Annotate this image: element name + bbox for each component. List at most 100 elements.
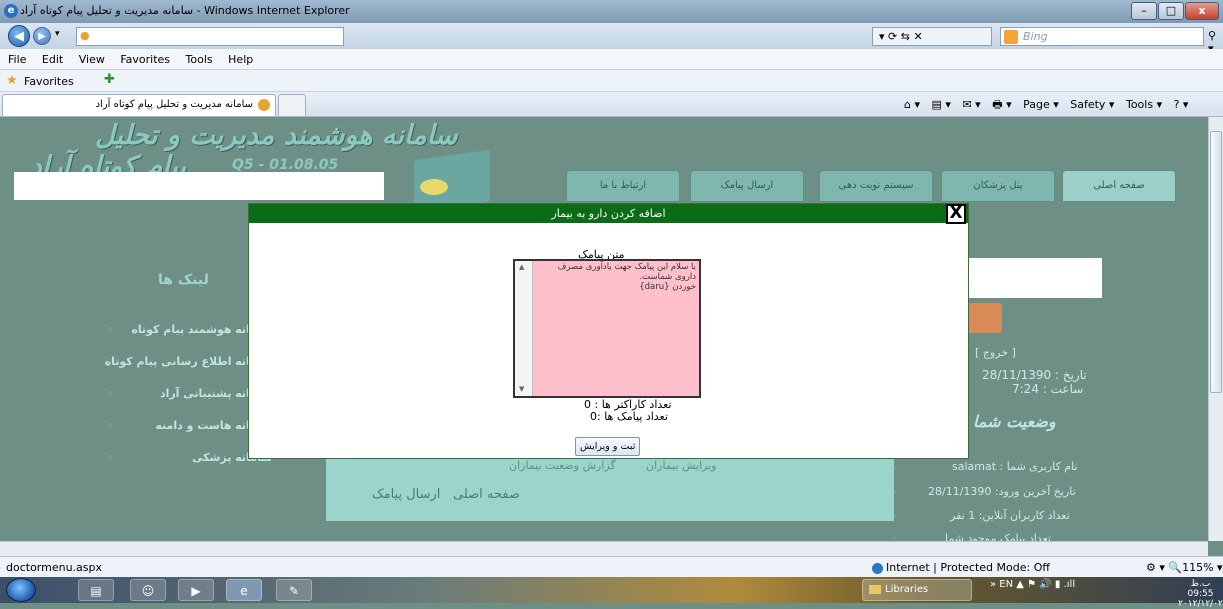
menu-bar: File Edit View Favorites Tools Help [0, 49, 1223, 70]
nav-tab-home[interactable]: صفحه اصلی [1062, 170, 1176, 202]
tab-favicon-icon [258, 99, 270, 111]
site-version: Q5 - 01.08.05 [232, 157, 339, 173]
status-header: وضعیت شما [973, 412, 1056, 431]
menu-tools[interactable]: Tools [186, 53, 213, 66]
links-header: لینک ها [158, 272, 209, 288]
scroll-up-icon[interactable]: ▲ [519, 263, 524, 271]
ie-logo-icon: e [4, 4, 18, 18]
nav-tab-appointments[interactable]: سیستم نوبت دهی [819, 170, 933, 202]
zone-text: Internet | Protected Mode: Off [886, 561, 1050, 574]
tools-menu-button[interactable]: Tools ▾ [1126, 98, 1162, 111]
people-taskbar-icon[interactable]: ☺ [130, 579, 166, 601]
site-favicon-icon: ● [80, 29, 90, 42]
current-time: ساعت : 7:24 [1012, 382, 1084, 396]
link-bullet: ◦ [106, 387, 114, 400]
page-menu-button[interactable]: Page ▾ [1023, 98, 1059, 111]
address-bar: ◀ ▶ ▾ ● ▾ ⟳ ⇆ ✕ Bing ⚲ ▾ [0, 23, 1223, 55]
address-tools[interactable]: ▾ ⟳ ⇆ ✕ [872, 27, 992, 46]
bottom-home-link[interactable]: صفحه اصلی [453, 487, 520, 502]
maximize-button[interactable]: □ [1158, 2, 1184, 20]
favorites-button[interactable]: Favorites [24, 75, 74, 88]
site-logo-line1: سامانه هوشمند مدیریت و تحلیل [95, 120, 458, 151]
back-button[interactable]: ◀ [8, 25, 30, 47]
mail-button[interactable]: ✉ ▾ [962, 98, 980, 111]
clock-time: ب.ظ 09:55 [1187, 579, 1214, 599]
message-textarea[interactable]: با سلام این پیامک جهت یادآوری مصرف داروی… [533, 261, 699, 396]
security-zone[interactable]: Internet | Protected Mode: Off [872, 561, 1050, 574]
status-bar: doctormenu.aspx Internet | Protected Mod… [0, 556, 1223, 577]
menu-file[interactable]: File [8, 53, 26, 66]
menu-help[interactable]: Help [228, 53, 253, 66]
home-button[interactable]: ⌂ ▾ [904, 98, 920, 111]
header-white-box [14, 172, 384, 200]
edit-patients-link[interactable]: ویرایش بیماران [646, 459, 717, 472]
save-edit-button[interactable]: ثبت و ویرایش [575, 437, 641, 456]
window-titlebar: e سامانه مدیریت و تحلیل پیام کوتاه آراد … [0, 0, 1223, 23]
vertical-scroll-thumb[interactable] [1210, 131, 1222, 393]
bottom-send-sms-link[interactable]: ارسال پیامک [372, 487, 440, 502]
online-users-info: تعداد کاربران آنلاین: 1 نفر [950, 509, 1070, 522]
safety-menu-button[interactable]: Safety ▾ [1070, 98, 1114, 111]
browser-tab-active[interactable]: سامانه مدیریت و تحلیل پیام کوتاه آراد [2, 94, 276, 116]
nav-tab-send-sms[interactable]: ارسال پیامک [690, 170, 804, 202]
bing-icon [1004, 30, 1018, 44]
link-bullet: ◦ [106, 323, 114, 336]
refresh-stop-icons[interactable]: ▾ ⟳ ⇆ ✕ [879, 30, 923, 43]
print-button[interactable]: 🖶 ▾ [992, 98, 1011, 111]
modal-title: اضافه کردن دارو به بیمار [249, 204, 968, 223]
status-url: doctormenu.aspx [6, 561, 103, 574]
link-bullet: ◦ [106, 355, 114, 368]
exit-door-icon[interactable] [966, 303, 1002, 333]
nav-tab-doctors-panel[interactable]: پنل پزشکان [941, 170, 1055, 202]
explorer-taskbar-icon[interactable]: ▤ [78, 579, 114, 601]
scroll-down-icon[interactable]: ▼ [519, 385, 524, 393]
last-login-info: تاریخ آخرین ورود: 28/11/1390 [928, 485, 1076, 498]
folder-icon [869, 584, 881, 594]
menu-view[interactable]: View [79, 53, 105, 66]
clock[interactable]: ب.ظ 09:55 ۲۰۱۲/۱۲/۰۲ [1178, 579, 1223, 609]
modal-close-button[interactable]: X [946, 204, 966, 224]
sms-count: تعداد پیامک ها :0 [590, 410, 668, 423]
forward-button[interactable]: ▶ [33, 27, 51, 45]
link-label[interactable]: سامانه اطلاع رسانی پیام کوتاه [105, 355, 272, 368]
menu-edit[interactable]: Edit [42, 53, 63, 66]
menu-favorites[interactable]: Favorites [120, 53, 170, 66]
search-input[interactable]: Bing [1000, 27, 1204, 46]
zoom-level[interactable]: ⚙ ▾ 🔍115% ▾ [1146, 561, 1223, 574]
add-favorite-icon[interactable]: ✚ [104, 72, 115, 87]
media-taskbar-icon[interactable]: ▶ [178, 579, 214, 601]
minimize-button[interactable]: – [1131, 2, 1157, 20]
horizontal-scrollbar[interactable] [0, 541, 1208, 556]
exit-link[interactable]: [ خروج ] [975, 346, 1016, 359]
start-button[interactable] [6, 578, 36, 602]
new-tab-button[interactable] [278, 94, 306, 116]
url-input[interactable]: ● [76, 27, 344, 46]
envelope-seal-icon [420, 179, 448, 195]
history-dropdown-icon[interactable]: ▾ [55, 29, 60, 39]
paint-taskbar-icon[interactable]: ✎ [276, 579, 312, 601]
libraries-taskbar-button[interactable]: Libraries [862, 579, 972, 601]
favorites-bar: ★ Favorites ✚ [0, 70, 1223, 92]
favorites-star-icon[interactable]: ★ [6, 73, 18, 88]
system-tray[interactable]: » EN ▲ ⚑ 🔊 ▮ .ıll [990, 579, 1075, 590]
patients-report-link[interactable]: گزارش وضعیت بیماران [509, 459, 616, 472]
libraries-label: Libraries [885, 584, 929, 595]
tab-bar: سامانه مدیریت و تحلیل پیام کوتاه آراد ⌂ … [0, 92, 1223, 117]
bottom-links-bar: ویرایش بیماران گزارش وضعیت بیماران صفحه … [326, 455, 894, 521]
user-info-row: ◦ [892, 532, 897, 541]
nav-tab-contact[interactable]: ارتباط با ما [566, 170, 680, 202]
taskbar: ▤ ☺ ▶ e ✎ Libraries » EN ▲ ⚑ 🔊 ▮ .ıll ب.… [0, 577, 1223, 609]
ie-taskbar-icon[interactable]: e [226, 579, 262, 601]
sms-balance-info: تعداد پیامک موجود شما [945, 532, 1051, 541]
current-date: تاریخ : 28/11/1390 [982, 368, 1087, 382]
globe-icon [872, 562, 883, 574]
username-info: نام کاربری شما : salamat [952, 460, 1078, 473]
close-window-button[interactable]: x [1185, 2, 1219, 20]
vertical-scrollbar[interactable] [1208, 117, 1223, 541]
tab-title: سامانه مدیریت و تحلیل پیام کوتاه آراد [95, 99, 253, 110]
page-content: سامانه هوشمند مدیریت و تحلیل پیام کوتاه … [0, 117, 1208, 541]
help-menu-button[interactable]: ? ▾ [1174, 98, 1189, 111]
textarea-scrollbar[interactable]: ▲ ▼ [515, 261, 533, 396]
feeds-button[interactable]: ▤ ▾ [932, 98, 951, 111]
window-title: سامانه مدیریت و تحلیل پیام کوتاه آراد - … [20, 4, 350, 17]
